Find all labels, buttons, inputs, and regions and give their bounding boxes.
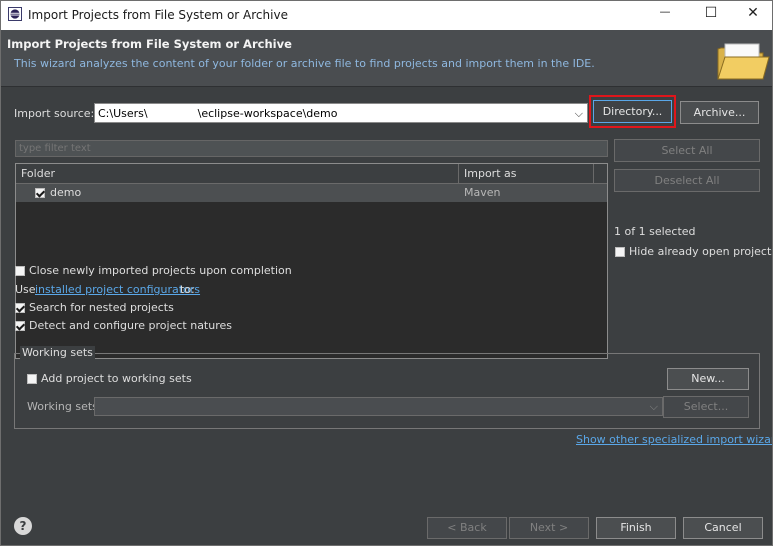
back-button[interactable]: < Back	[427, 517, 507, 539]
project-checkbox[interactable]	[35, 188, 45, 198]
detect-natures-checkbox[interactable]	[15, 321, 25, 331]
import-source-label: Import source:	[14, 107, 95, 120]
close-after-import-checkbox[interactable]	[15, 266, 25, 276]
eclipse-icon	[8, 7, 22, 21]
chevron-down-icon[interactable]: ⌵	[575, 107, 583, 121]
finish-button[interactable]: Finish	[596, 517, 676, 539]
project-import-as: Maven	[464, 186, 501, 199]
working-sets-group	[14, 353, 760, 429]
chevron-down-icon[interactable]: ⌵	[650, 400, 658, 414]
import-source-combo[interactable]: C:\Users\ \eclipse-workspace\demo ⌵	[94, 103, 588, 123]
select-all-button[interactable]: Select All	[614, 139, 760, 162]
close-after-import-label: Close newly imported projects upon compl…	[29, 264, 292, 277]
use-to-label: to:	[180, 283, 195, 296]
configurators-link[interactable]: installed project configurators	[35, 283, 200, 296]
hide-open-label: Hide already open projects	[629, 245, 773, 258]
selection-status: 1 of 1 selected	[614, 225, 696, 238]
help-icon[interactable]: ?	[14, 517, 32, 535]
add-to-working-sets-label: Add project to working sets	[41, 372, 192, 385]
use-label: Use	[15, 283, 36, 296]
hide-open-checkbox[interactable]	[615, 247, 625, 257]
working-sets-combo[interactable]: ⌵	[94, 397, 663, 416]
archive-button[interactable]: Archive...	[680, 101, 759, 124]
deselect-all-button[interactable]: Deselect All	[614, 169, 760, 192]
column-folder[interactable]: Folder	[21, 167, 55, 180]
column-import-as[interactable]: Import as	[464, 167, 516, 180]
detect-natures-label: Detect and configure project natures	[29, 319, 232, 332]
add-to-working-sets-checkbox[interactable]	[27, 374, 37, 384]
search-nested-checkbox[interactable]	[15, 303, 25, 313]
import-source-path: C:\Users\ \eclipse-workspace\demo	[98, 107, 338, 120]
window-title: Import Projects from File System or Arch…	[28, 8, 288, 22]
next-button[interactable]: Next >	[509, 517, 589, 539]
new-working-set-button[interactable]: New...	[667, 368, 749, 390]
wizard-header: Import Projects from File System or Arch…	[1, 30, 772, 86]
wizard-title: Import Projects from File System or Arch…	[7, 37, 292, 51]
import-dialog: Import Projects from File System or Arch…	[0, 0, 773, 546]
project-folder: demo	[50, 186, 82, 199]
working-sets-label: Working sets:	[27, 400, 102, 413]
working-sets-title: Working sets	[20, 346, 95, 359]
other-wizards-link[interactable]: Show other specialized import wizards	[576, 433, 772, 446]
minimize-icon[interactable]: —	[653, 5, 677, 25]
search-nested-label: Search for nested projects	[29, 301, 174, 314]
close-icon[interactable]: ✕	[741, 5, 765, 25]
title-bar: Import Projects from File System or Arch…	[1, 1, 772, 30]
wizard-body: Import source: C:\Users\ \eclipse-workspa…	[1, 87, 772, 545]
directory-button[interactable]: Directory...	[593, 100, 672, 123]
table-row[interactable]: demo Maven	[16, 184, 607, 202]
folder-icon	[717, 43, 770, 80]
table-header: Folder Import as	[16, 164, 607, 184]
maximize-icon[interactable]: ☐	[699, 5, 723, 25]
cancel-button[interactable]: Cancel	[683, 517, 763, 539]
select-working-set-button[interactable]: Select...	[663, 396, 749, 418]
wizard-description: This wizard analyzes the content of your…	[14, 57, 595, 70]
filter-input[interactable]	[15, 140, 608, 157]
